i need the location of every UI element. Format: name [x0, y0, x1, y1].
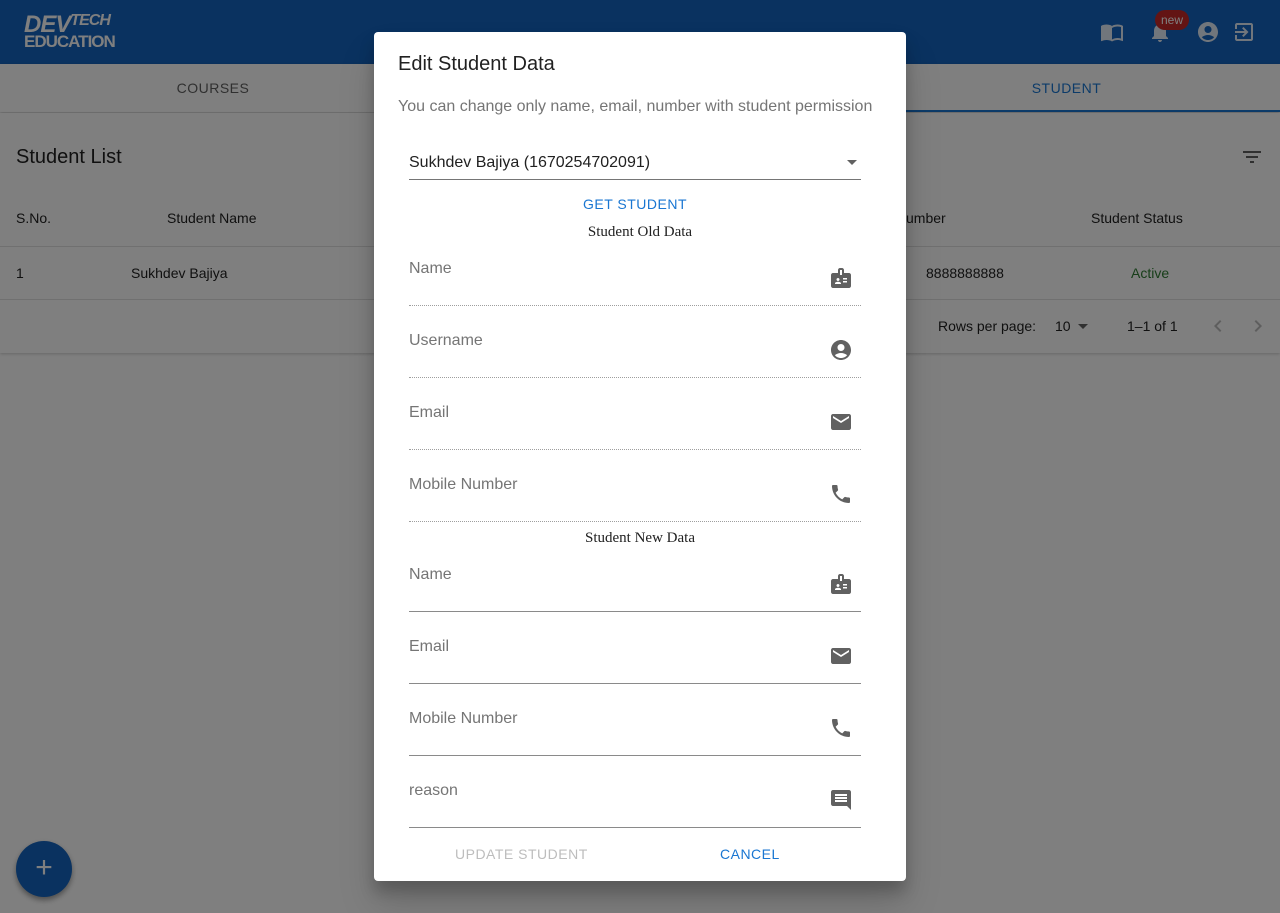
contact-card-icon: [829, 266, 853, 290]
account-circle-icon: [829, 338, 853, 362]
old-name-field: Name: [409, 254, 861, 306]
get-student-button[interactable]: GET STUDENT: [572, 196, 698, 216]
reason-label: reason: [409, 782, 458, 799]
phone-icon: [829, 716, 853, 740]
old-username-label: Username: [409, 332, 483, 349]
new-email-field[interactable]: Email: [409, 632, 861, 684]
phone-icon: [829, 482, 853, 506]
email-icon: [829, 410, 853, 434]
new-name-field[interactable]: Name: [409, 560, 861, 612]
contact-card-icon: [829, 572, 853, 596]
selected-student-value: Sukhdev Bajiya (1670254702091): [409, 154, 651, 171]
old-mobile-number-label: Mobile Number: [409, 476, 518, 493]
comment-icon: [829, 788, 853, 812]
dropdown-arrow-icon: [847, 160, 857, 165]
dialog-title: Edit Student Data: [398, 53, 555, 75]
new-mobile-number-label: Mobile Number: [409, 710, 518, 727]
cancel-button[interactable]: CANCEL: [720, 846, 780, 862]
old-email-label: Email: [409, 404, 450, 421]
update-student-button[interactable]: UPDATE STUDENT: [455, 846, 588, 862]
reason-field[interactable]: reason: [409, 776, 861, 828]
dialog-description: You can change only name, email, number …: [398, 98, 873, 115]
old-email-field: Email: [409, 398, 861, 450]
new-mobile-number-field[interactable]: Mobile Number: [409, 704, 861, 756]
old-username-field: Username: [409, 326, 861, 378]
email-icon: [829, 644, 853, 668]
student-select[interactable]: Sukhdev Bajiya (1670254702091): [409, 148, 861, 180]
new-data-section-label: Student New Data: [585, 530, 695, 546]
old-data-section-label: Student Old Data: [587, 224, 693, 240]
old-mobile-number-field: Mobile Number: [409, 470, 861, 522]
new-email-label: Email: [409, 638, 450, 655]
new-name-label: Name: [409, 566, 452, 583]
edit-student-dialog: Edit Student Data You can change only na…: [374, 32, 906, 881]
old-name-label: Name: [409, 260, 452, 277]
